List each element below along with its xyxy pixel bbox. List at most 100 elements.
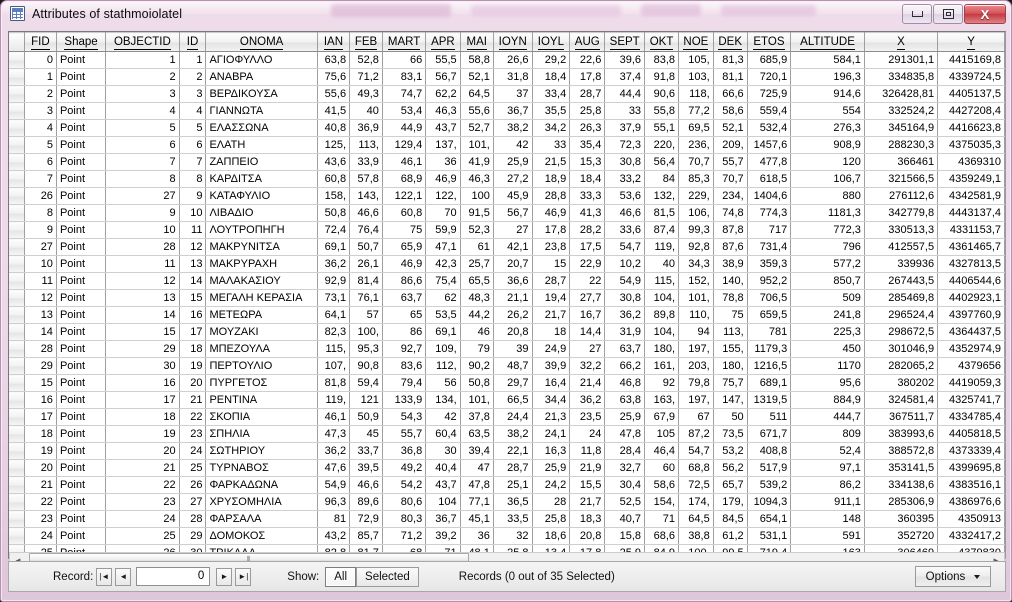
cell-mai[interactable]: 65,5 (460, 272, 494, 290)
cell-mart[interactable]: 133,9 (382, 391, 427, 409)
cell-feb[interactable]: 100, (349, 323, 383, 341)
cell-etos[interactable]: 532,4 (747, 119, 792, 137)
cell-ioyl[interactable]: 18 (532, 323, 571, 341)
row-selector[interactable] (9, 357, 25, 375)
cell-sept[interactable]: 40,7 (604, 510, 646, 528)
cell-sept[interactable]: 46,6 (604, 204, 646, 222)
cell-id[interactable]: 23 (179, 425, 207, 443)
cell-dek[interactable]: 38,9 (713, 255, 748, 273)
cell-apr[interactable]: 42,3 (425, 255, 461, 273)
cell-sept[interactable]: 63,8 (604, 391, 646, 409)
cell-x[interactable]: 301046,9 (864, 340, 939, 358)
cell-ian[interactable]: 92,9 (317, 272, 351, 290)
cell-shape[interactable]: Point (56, 85, 107, 103)
cell-ian[interactable]: 64,1 (317, 306, 351, 324)
cell-aug[interactable]: 17,8 (569, 68, 606, 86)
cell-objectid[interactable]: 4 (105, 102, 180, 120)
last-record-button[interactable]: ►| (235, 567, 252, 586)
cell-sept[interactable]: 37,4 (604, 68, 646, 86)
cell-ioyn[interactable]: 38,2 (493, 425, 533, 443)
cell-id[interactable]: 10 (179, 204, 207, 222)
cell-ioyn[interactable]: 31,8 (493, 68, 533, 86)
cell-shape[interactable]: Point (56, 68, 107, 86)
cell-dek[interactable]: 113, (713, 323, 748, 341)
cell-etos[interactable]: 408,8 (747, 442, 792, 460)
cell-mai[interactable]: 36 (460, 527, 494, 545)
cell-mart[interactable]: 79,4 (382, 374, 427, 392)
cell-id[interactable]: 20 (179, 374, 207, 392)
column-header-feb[interactable]: FEB (349, 32, 383, 52)
cell-altitude[interactable]: 772,3 (790, 221, 865, 239)
cell-dek[interactable]: 209, (713, 136, 748, 154)
cell-y[interactable]: 4334785,4 (937, 408, 1005, 426)
cell-apr[interactable]: 53,5 (425, 306, 461, 324)
cell-aug[interactable]: 15,5 (569, 476, 606, 494)
cell-shape[interactable]: Point (56, 323, 107, 341)
cell-feb[interactable]: 52,8 (349, 51, 383, 69)
cell-okt[interactable]: 58,6 (644, 476, 680, 494)
cell-fid[interactable]: 2 (24, 85, 57, 103)
table-row[interactable]: 1 Point 2 2 ΑΝΑΒΡΑ 75,6 71,2 83,1 56,7 52,1 31,8 18… (9, 68, 1005, 86)
cell-apr[interactable]: 56 (425, 374, 461, 392)
cell-sept[interactable]: 33,6 (604, 221, 646, 239)
row-selector[interactable] (9, 102, 25, 120)
cell-onoma[interactable]: ΕΛΑΤΗ (205, 136, 318, 154)
cell-onoma[interactable]: ΧΡΥΣΟΜΗΛΙΑ (205, 493, 318, 511)
cell-feb[interactable]: 45 (349, 425, 383, 443)
cell-x[interactable]: 412557,5 (864, 238, 939, 256)
cell-shape[interactable]: Point (56, 340, 107, 358)
cell-fid[interactable]: 0 (24, 51, 57, 69)
cell-y[interactable]: 4332417,2 (937, 527, 1005, 545)
cell-sept[interactable]: 54,7 (604, 238, 646, 256)
cell-etos[interactable]: 717 (747, 221, 792, 239)
table-row[interactable]: 3 Point 4 4 ΓΙΑΝΝΩΤΑ 41,5 40 53,4 46,3 55,6 36,7 35… (9, 102, 1005, 120)
cell-id[interactable]: 29 (179, 527, 207, 545)
cell-x[interactable]: 353141,5 (864, 459, 939, 477)
cell-aug[interactable]: 16,7 (569, 306, 606, 324)
cell-objectid[interactable]: 18 (105, 408, 180, 426)
cell-okt[interactable]: 56,4 (644, 153, 680, 171)
column-header-sept[interactable]: SEPT (604, 32, 646, 52)
cell-id[interactable]: 3 (179, 85, 207, 103)
cell-fid[interactable]: 16 (24, 391, 57, 409)
cell-fid[interactable]: 14 (24, 323, 57, 341)
cell-feb[interactable]: 26,1 (349, 255, 383, 273)
cell-ioyl[interactable]: 18,4 (532, 68, 571, 86)
cell-objectid[interactable]: 19 (105, 425, 180, 443)
cell-mai[interactable]: 100 (460, 187, 494, 205)
cell-dek[interactable]: 66,6 (713, 85, 748, 103)
cell-feb[interactable]: 50,7 (349, 238, 383, 256)
cell-altitude[interactable]: 86,2 (790, 476, 865, 494)
cell-mai[interactable]: 45,1 (460, 510, 494, 528)
cell-y[interactable]: 4361465,7 (937, 238, 1005, 256)
cell-apr[interactable]: 46,9 (425, 170, 461, 188)
table-row[interactable]: 29 Point 30 19 ΠΕΡΤΟΥΛΙΟ 107, 90,8 83,6 112, 90,2… (9, 357, 1005, 375)
cell-x[interactable]: 367511,7 (864, 408, 939, 426)
cell-altitude[interactable]: 196,3 (790, 68, 865, 86)
cell-ian[interactable]: 54,9 (317, 476, 351, 494)
cell-id[interactable]: 17 (179, 323, 207, 341)
cell-mai[interactable]: 55,6 (460, 102, 494, 120)
cell-altitude[interactable]: 225,3 (790, 323, 865, 341)
cell-sept[interactable]: 72,3 (604, 136, 646, 154)
show-selected-button[interactable]: Selected (356, 566, 419, 587)
table-row[interactable]: 7 Point 8 8 ΚΑΡΔΙΤΣΑ 60,8 57,8 68,9 46,9 46,3 27,2… (9, 170, 1005, 188)
cell-okt[interactable]: 163, (644, 391, 680, 409)
cell-sept[interactable]: 33,2 (604, 170, 646, 188)
cell-mart[interactable]: 92,7 (382, 340, 427, 358)
cell-objectid[interactable]: 30 (105, 357, 180, 375)
cell-objectid[interactable]: 15 (105, 323, 180, 341)
column-header-dek[interactable]: DEK (713, 32, 748, 52)
cell-shape[interactable]: Point (56, 289, 107, 307)
cell-feb[interactable]: 40 (349, 102, 383, 120)
cell-okt[interactable]: 40 (644, 255, 680, 273)
cell-ioyn[interactable]: 45,9 (493, 187, 533, 205)
row-selector[interactable] (9, 476, 25, 494)
cell-onoma[interactable]: ΚΑΤΑΦΥΛΙΟ (205, 187, 318, 205)
cell-ioyn[interactable]: 20,7 (493, 255, 533, 273)
cell-shape[interactable]: Point (56, 238, 107, 256)
cell-ioyl[interactable]: 19,4 (532, 289, 571, 307)
cell-feb[interactable]: 71,2 (349, 68, 383, 86)
cell-x[interactable]: 334835,8 (864, 68, 939, 86)
cell-shape[interactable]: Point (56, 425, 107, 443)
